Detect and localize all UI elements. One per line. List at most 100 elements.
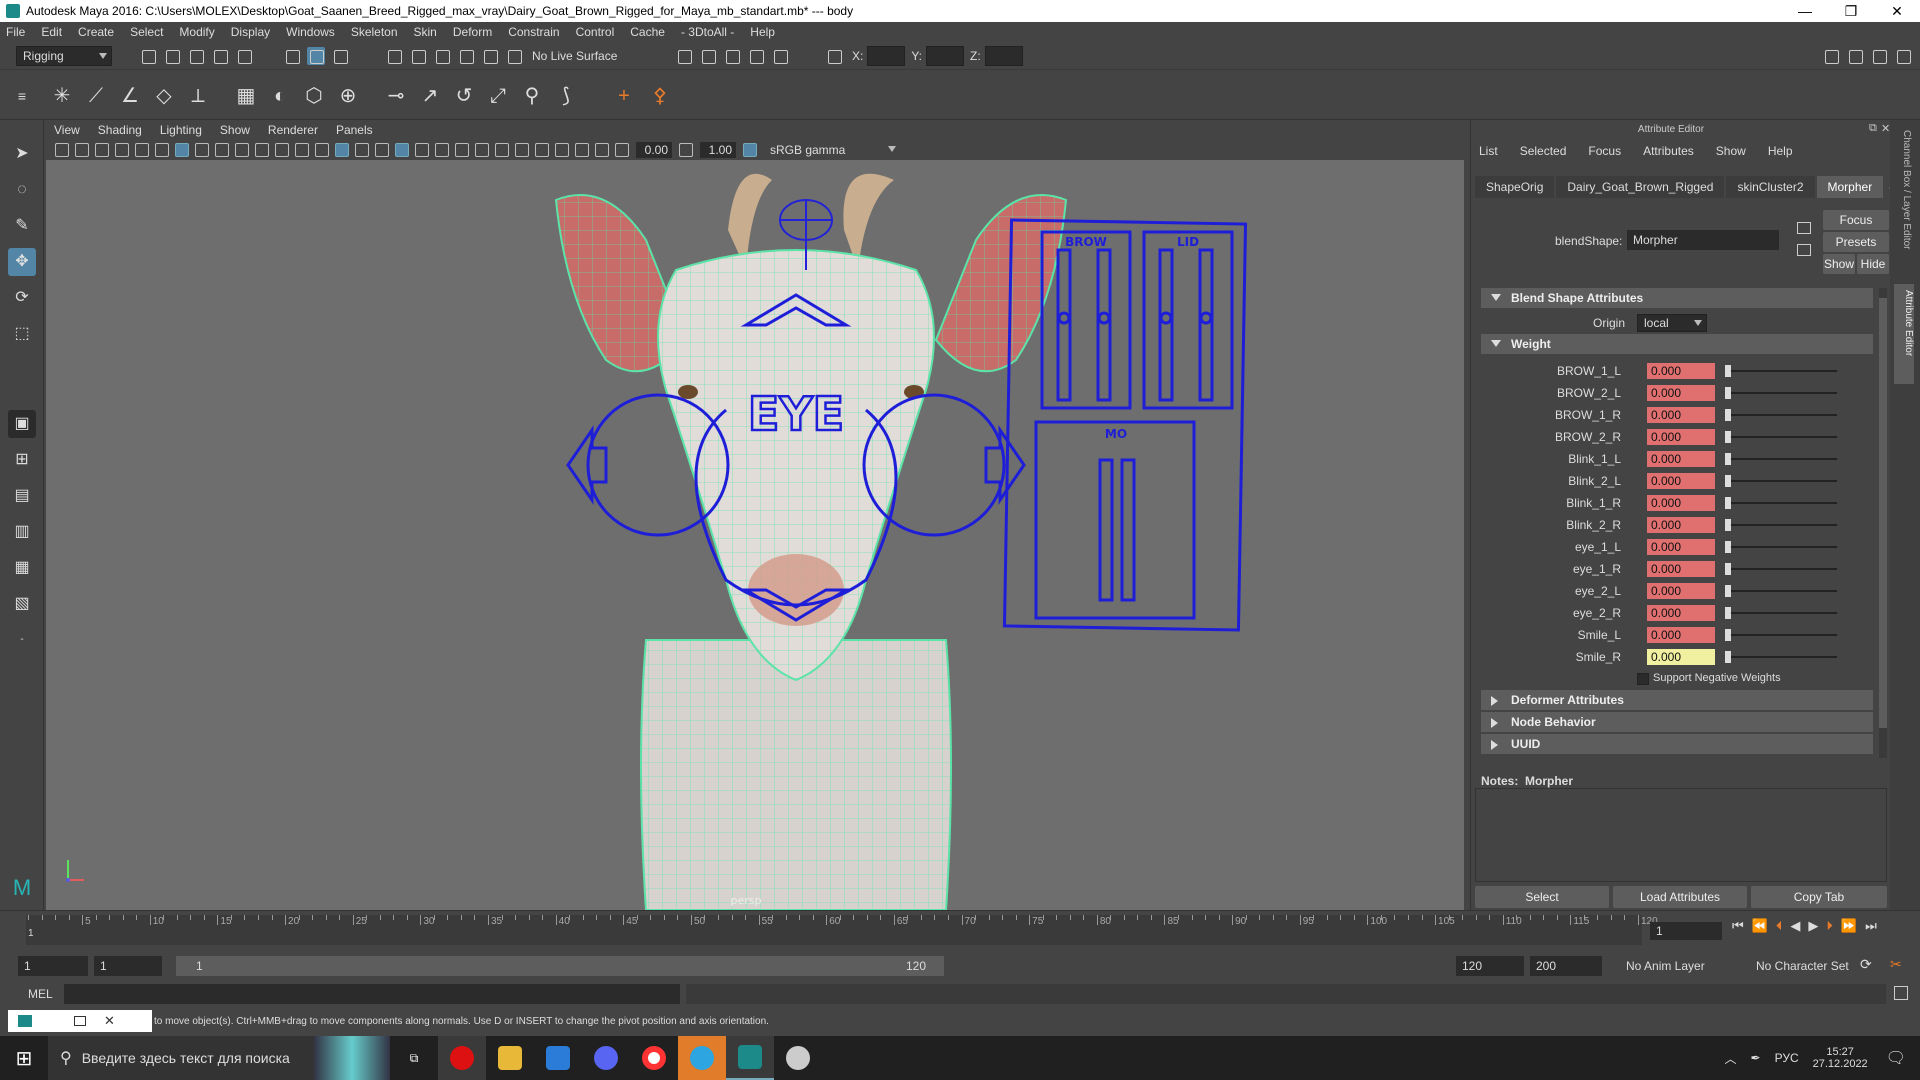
menu-windows[interactable]: Windows bbox=[286, 25, 335, 39]
weight-slider-handle[interactable] bbox=[1725, 651, 1731, 663]
viewport-3d[interactable]: EYE BROW LID MO persp bbox=[46, 160, 1464, 910]
focus-button[interactable]: Focus bbox=[1823, 210, 1889, 230]
weight-value[interactable]: 0.000 bbox=[1647, 495, 1715, 511]
layout-custom-icon[interactable]: - bbox=[8, 626, 36, 654]
support-negative-checkbox[interactable] bbox=[1637, 673, 1649, 685]
step-back-frame-icon[interactable]: ⏴ bbox=[1776, 918, 1783, 934]
toggle-channel-box-icon[interactable] bbox=[1894, 47, 1912, 65]
color-space-dropdown[interactable]: sRGB gamma bbox=[764, 142, 900, 158]
telegram-app-icon[interactable] bbox=[678, 1036, 726, 1080]
file-explorer-icon[interactable] bbox=[486, 1036, 534, 1080]
menu-control[interactable]: Control bbox=[576, 25, 615, 39]
menu-constrain[interactable]: Constrain bbox=[508, 25, 559, 39]
menu-skin[interactable]: Skin bbox=[414, 25, 437, 39]
weight-slider-handle[interactable] bbox=[1725, 453, 1731, 465]
load-selected-icon[interactable] bbox=[1797, 222, 1811, 234]
select-button[interactable]: Select bbox=[1475, 886, 1609, 908]
weight-value[interactable]: 0.000 bbox=[1647, 407, 1715, 423]
step-forward-key-icon[interactable]: ⏩ bbox=[1841, 918, 1857, 934]
weight-value[interactable]: 0.000 bbox=[1647, 539, 1715, 555]
lasso-tool-icon[interactable]: ◌ bbox=[8, 176, 36, 204]
menu-edit[interactable]: Edit bbox=[41, 25, 62, 39]
ae-close-icon[interactable]: ✕ bbox=[1881, 122, 1890, 135]
weight-slider-handle[interactable] bbox=[1725, 541, 1731, 553]
close-small-icon[interactable]: ✕ bbox=[104, 1013, 115, 1029]
range-slider[interactable] bbox=[176, 956, 944, 976]
origin-dropdown[interactable]: local bbox=[1637, 314, 1707, 332]
go-to-end-icon[interactable]: ⏭ bbox=[1865, 918, 1877, 934]
scale-constraint-icon[interactable]: ⤢ bbox=[484, 82, 512, 110]
play-backward-icon[interactable]: ◀ bbox=[1790, 918, 1800, 934]
transform-mode-icon[interactable] bbox=[825, 47, 843, 65]
opera-app-icon[interactable] bbox=[438, 1036, 486, 1080]
weight-value[interactable]: 0.000 bbox=[1647, 429, 1715, 445]
preferences-icon[interactable]: ✂ bbox=[1890, 956, 1902, 973]
cluster-icon[interactable]: ⊕ bbox=[334, 82, 362, 110]
default-material-icon[interactable] bbox=[375, 143, 389, 157]
minimize-button[interactable]: — bbox=[1782, 0, 1828, 22]
select-component-icon[interactable] bbox=[331, 47, 349, 65]
weight-slider-track[interactable] bbox=[1725, 392, 1837, 394]
snap-curve-icon[interactable] bbox=[409, 47, 427, 65]
weight-value[interactable]: 0.000 bbox=[1647, 517, 1715, 533]
wireframe-icon[interactable] bbox=[315, 143, 329, 157]
notes-textarea[interactable] bbox=[1475, 788, 1887, 882]
restore-icon[interactable] bbox=[74, 1016, 86, 1026]
weight-slider-track[interactable] bbox=[1725, 436, 1837, 438]
keyboard-language[interactable]: РУС bbox=[1775, 1051, 1799, 1065]
blendshape-name-field[interactable]: Morpher bbox=[1627, 230, 1779, 250]
anim-layer-dropdown[interactable]: No Anim Layer bbox=[1626, 959, 1705, 973]
go-to-start-icon[interactable]: ⏮ bbox=[1732, 918, 1744, 934]
section-uuid[interactable]: UUID bbox=[1481, 734, 1873, 754]
menu-skeleton[interactable]: Skeleton bbox=[351, 25, 398, 39]
weight-slider-handle[interactable] bbox=[1725, 629, 1731, 641]
playback-start-field[interactable]: 1 bbox=[94, 956, 162, 976]
joint-tool-icon[interactable]: ✳ bbox=[48, 82, 76, 110]
layout-outliner-icon[interactable]: ▤ bbox=[8, 482, 36, 510]
weight-slider-track[interactable] bbox=[1725, 656, 1837, 658]
store-app-icon[interactable] bbox=[534, 1036, 582, 1080]
copy-tab-button[interactable]: Copy Tab bbox=[1751, 886, 1887, 908]
play-forward-icon[interactable]: ▶ bbox=[1808, 918, 1818, 934]
vp-menu-show[interactable]: Show bbox=[220, 123, 250, 137]
weight-slider-track[interactable] bbox=[1725, 634, 1837, 636]
vp-menu-view[interactable]: View bbox=[54, 123, 80, 137]
menu-cache[interactable]: Cache bbox=[630, 25, 665, 39]
film-gate-icon[interactable] bbox=[195, 143, 209, 157]
new-scene-icon[interactable] bbox=[139, 47, 157, 65]
xray-components-icon[interactable] bbox=[595, 143, 609, 157]
weight-slider-handle[interactable] bbox=[1725, 387, 1731, 399]
vp-menu-panels[interactable]: Panels bbox=[336, 123, 373, 137]
task-view-icon[interactable]: ⧉ bbox=[390, 1036, 438, 1080]
bind-skin-icon[interactable]: ▦ bbox=[232, 82, 260, 110]
safe-action-icon[interactable] bbox=[275, 143, 289, 157]
discord-app-icon[interactable] bbox=[582, 1036, 630, 1080]
camera-attributes-icon[interactable] bbox=[75, 143, 89, 157]
weight-slider-track[interactable] bbox=[1725, 480, 1837, 482]
orient-joint-icon[interactable]: ⟂ bbox=[184, 82, 212, 110]
weight-slider-handle[interactable] bbox=[1725, 497, 1731, 509]
render-view-icon[interactable] bbox=[771, 47, 789, 65]
menu-select[interactable]: Select bbox=[130, 25, 163, 39]
weight-slider-handle[interactable] bbox=[1725, 563, 1731, 575]
ik-spline-icon[interactable]: ∠ bbox=[116, 82, 144, 110]
character-set-dropdown[interactable]: No Character Set bbox=[1756, 959, 1849, 973]
gate-mask-icon[interactable] bbox=[235, 143, 249, 157]
shadows-icon[interactable] bbox=[435, 143, 449, 157]
channel-box-tab[interactable]: Channel Box / Layer Editor bbox=[1896, 130, 1912, 300]
grease-pencil-icon[interactable] bbox=[155, 143, 169, 157]
tab-goat-mesh[interactable]: Dairy_Goat_Brown_Rigged bbox=[1556, 176, 1725, 198]
weight-slider-handle[interactable] bbox=[1725, 475, 1731, 487]
y-field[interactable] bbox=[926, 45, 965, 66]
resolution-gate-icon[interactable] bbox=[215, 143, 229, 157]
ipr-render-icon[interactable] bbox=[699, 47, 717, 65]
exposure-icon[interactable] bbox=[615, 143, 629, 157]
ae-menu-attributes[interactable]: Attributes bbox=[1643, 144, 1694, 158]
tab-shapeorig[interactable]: ShapeOrig bbox=[1475, 176, 1555, 198]
depth-of-field-icon[interactable] bbox=[515, 143, 529, 157]
maya-taskbar-icon[interactable] bbox=[726, 1036, 774, 1080]
start-time-field[interactable]: 1 bbox=[18, 956, 88, 976]
show-button[interactable]: Show bbox=[1823, 254, 1855, 274]
snap-view-icon[interactable] bbox=[457, 47, 475, 65]
weight-value[interactable]: 0.000 bbox=[1647, 473, 1715, 489]
